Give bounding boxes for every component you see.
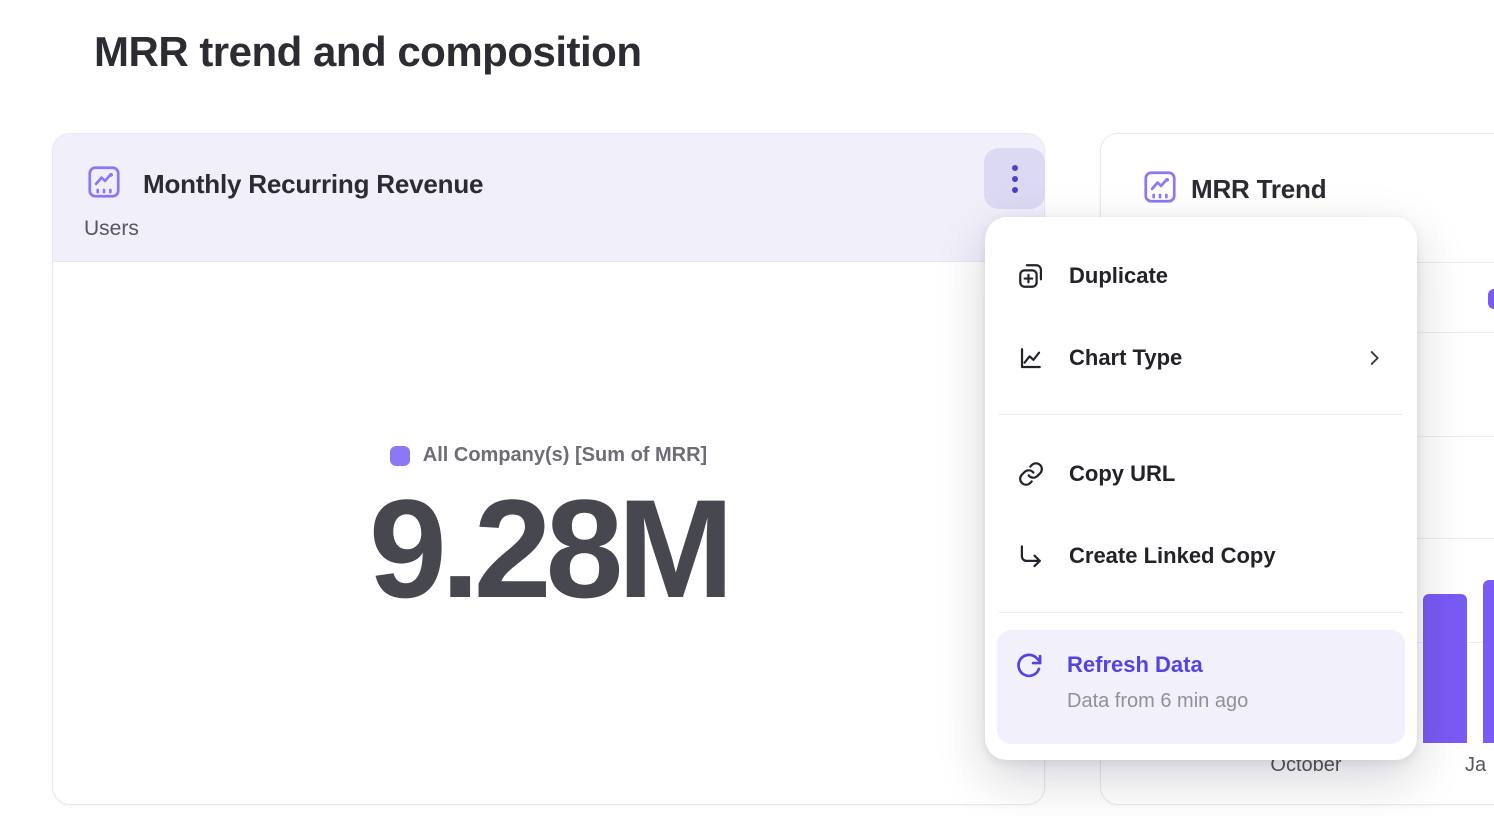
chart-widget-icon xyxy=(1141,168,1179,206)
menu-divider xyxy=(999,612,1403,613)
refresh-status-text: Data from 6 min ago xyxy=(1067,690,1248,713)
chart-type-icon xyxy=(1017,344,1045,372)
link-icon xyxy=(1017,460,1045,488)
mrr-card-title: Monthly Recurring Revenue xyxy=(143,169,483,200)
kebab-menu-button[interactable] xyxy=(984,148,1045,209)
card-context-menu: Duplicate Chart Type Copy URL Create Lin… xyxy=(985,217,1417,760)
kebab-icon xyxy=(1012,165,1018,171)
menu-item-label: Refresh Data xyxy=(1067,652,1248,678)
menu-item-label: Create Linked Copy xyxy=(1069,543,1276,569)
menu-item-duplicate[interactable]: Duplicate xyxy=(999,248,1403,304)
menu-item-copy-url[interactable]: Copy URL xyxy=(999,446,1403,502)
legend-label: All Company(s) [Sum of MRR] xyxy=(423,444,707,467)
refresh-icon xyxy=(1015,652,1043,680)
page-title: MRR trend and composition xyxy=(94,28,642,76)
chevron-right-icon xyxy=(1363,347,1385,369)
mrr-value: 9.28M xyxy=(53,479,1044,619)
menu-item-refresh-data[interactable]: Refresh Data Data from 6 min ago xyxy=(997,630,1405,744)
refresh-text-group: Refresh Data Data from 6 min ago xyxy=(1067,652,1248,713)
menu-divider xyxy=(999,414,1403,415)
trend-card-title: MRR Trend xyxy=(1191,174,1326,205)
legend-swatch xyxy=(390,446,410,466)
mrr-number-card: Monthly Recurring Revenue Users All Comp… xyxy=(52,133,1045,805)
menu-item-label: Duplicate xyxy=(1069,263,1168,289)
trend-legend-swatch xyxy=(1488,289,1494,309)
legend-item: All Company(s) [Sum of MRR] xyxy=(53,444,1044,467)
trend-bar xyxy=(1423,594,1467,743)
chart-widget-icon xyxy=(85,163,123,201)
menu-item-label: Chart Type xyxy=(1069,345,1182,371)
mrr-card-subtitle: Users xyxy=(84,217,139,241)
menu-item-chart-type[interactable]: Chart Type xyxy=(999,330,1403,386)
menu-item-label: Copy URL xyxy=(1069,461,1175,487)
mrr-card-header: Monthly Recurring Revenue Users xyxy=(53,134,1044,262)
trend-bar xyxy=(1483,580,1494,743)
corner-down-right-icon xyxy=(1017,542,1045,570)
x-axis-label: Ja xyxy=(1465,754,1486,777)
menu-item-create-linked-copy[interactable]: Create Linked Copy xyxy=(999,528,1403,584)
duplicate-icon xyxy=(1017,262,1045,290)
